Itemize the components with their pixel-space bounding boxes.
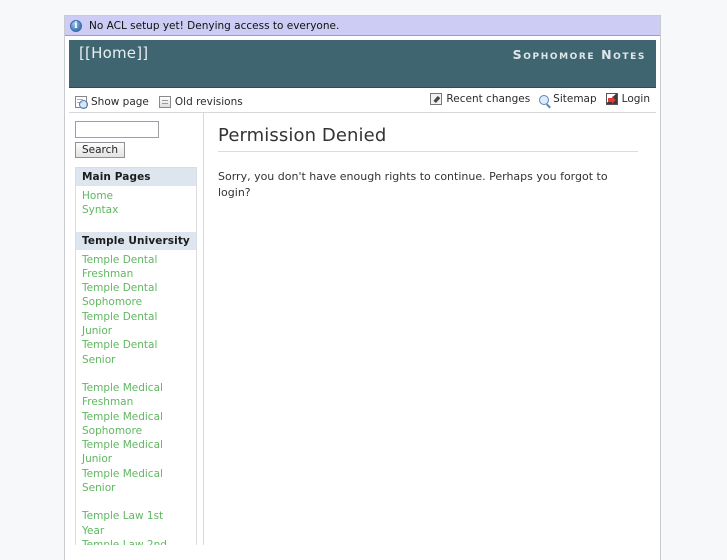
content-title: Permission Denied xyxy=(218,125,638,152)
show-page-label: Show page xyxy=(91,95,149,108)
sidebar-item-temple-law-2nd-year[interactable]: Temple Law 2nd Year xyxy=(82,538,187,545)
acl-notification-bar: No ACL setup yet! Denying access to ever… xyxy=(65,16,660,36)
old-revisions-label: Old revisions xyxy=(174,95,243,108)
sidebar-item-temple-dental-junior[interactable]: Temple Dental Junior xyxy=(82,310,187,339)
search-input[interactable] xyxy=(75,121,159,138)
sitemap-icon xyxy=(539,94,550,105)
toolbar-left-group: Show page Old revisions xyxy=(69,95,243,109)
page-body: Search Main Pages Home Syntax Temple Uni… xyxy=(69,113,656,545)
toolbar-right-group: Recent changes Sitemap Login xyxy=(430,93,650,105)
wiki-toolbar: Show page Old revisions Recent changes S… xyxy=(69,91,656,113)
wiki-page-container: No ACL setup yet! Denying access to ever… xyxy=(64,15,661,560)
show-page-button[interactable]: Show page xyxy=(75,95,149,109)
sidebar-section-heading-temple-university: Temple University xyxy=(76,231,196,250)
old-revisions-icon xyxy=(158,95,171,108)
sidebar: Search Main Pages Home Syntax Temple Uni… xyxy=(69,113,204,545)
sitemap-button[interactable]: Sitemap xyxy=(539,93,597,105)
sidebar-item-temple-medical-junior[interactable]: Temple Medical Junior xyxy=(82,438,187,467)
sidebar-item-temple-medical-sophomore[interactable]: Temple Medical Sophomore xyxy=(82,410,187,439)
recent-changes-button[interactable]: Recent changes xyxy=(430,93,530,105)
sidebar-section-temple-university: Temple Dental Freshman Temple Dental Sop… xyxy=(76,250,196,545)
recent-changes-icon xyxy=(430,93,443,105)
sidebar-section-heading-main-pages: Main Pages xyxy=(76,168,196,186)
sidebar-section-main-pages: Home Syntax xyxy=(76,186,196,218)
login-label: Login xyxy=(621,93,650,105)
login-icon xyxy=(605,93,618,105)
search-button[interactable]: Search xyxy=(75,142,126,158)
acl-notification-text: No ACL setup yet! Denying access to ever… xyxy=(89,19,340,32)
content-body-text: Sorry, you don't have enough rights to c… xyxy=(218,170,608,199)
sidebar-item-temple-dental-freshman[interactable]: Temple Dental Freshman xyxy=(82,253,187,282)
main-content: Permission Denied Sorry, you don't have … xyxy=(204,113,656,545)
sitemap-label: Sitemap xyxy=(553,93,597,105)
sidebar-item-home[interactable]: Home xyxy=(82,189,190,203)
sidebar-item-temple-dental-senior[interactable]: Temple Dental Senior xyxy=(82,338,187,367)
old-revisions-button[interactable]: Old revisions xyxy=(158,95,243,108)
sidebar-nav-panel: Main Pages Home Syntax Temple University… xyxy=(75,167,197,545)
login-button[interactable]: Login xyxy=(605,93,650,105)
recent-changes-label: Recent changes xyxy=(446,93,531,105)
sidebar-item-temple-law-1st-year[interactable]: Temple Law 1st Year xyxy=(82,509,187,538)
info-icon xyxy=(70,19,82,32)
sidebar-item-temple-medical-freshman[interactable]: Temple Medical Freshman xyxy=(82,381,187,410)
site-tagline: Sophomore Notes xyxy=(512,47,646,62)
page-title: [[Home]] xyxy=(79,44,149,62)
sidebar-item-syntax[interactable]: Syntax xyxy=(82,203,190,217)
sidebar-item-temple-medical-senior[interactable]: Temple Medical Senior xyxy=(82,467,187,496)
sidebar-item-temple-dental-sophomore[interactable]: Temple Dental Sophomore xyxy=(82,281,187,310)
site-header: [[Home]] Sophomore Notes xyxy=(69,40,656,88)
show-page-icon xyxy=(75,95,88,109)
